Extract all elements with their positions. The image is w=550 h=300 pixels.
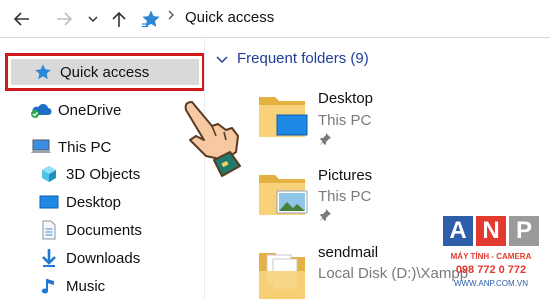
recent-locations-button[interactable]: [84, 0, 102, 38]
watermark-letter-n: N: [476, 216, 506, 246]
star-icon: [32, 61, 54, 83]
anp-watermark-logo: A N P MÁY TÍNH - CAMERA 098 772 0 772 WW…: [441, 216, 541, 296]
sidebar-item-documents[interactable]: Documents: [38, 217, 142, 243]
file-explorer-window: Quick access Quick access OneDrive This …: [0, 0, 550, 300]
quick-access-star-icon: [142, 10, 160, 28]
group-title: Frequent folders (9): [237, 50, 369, 67]
sendmail-folder-icon: [259, 253, 305, 299]
address-toolbar: Quick access: [0, 0, 550, 38]
chevron-down-icon: [216, 55, 228, 63]
up-button[interactable]: [108, 0, 130, 38]
cloud-icon: [30, 99, 52, 121]
pin-icon: [319, 133, 331, 146]
sidebar-item-label: Music: [66, 277, 106, 295]
watermark-tagline: MÁY TÍNH - CAMERA: [450, 252, 532, 261]
folder-location: This PC: [318, 112, 372, 129]
sidebar-item-label: Quick access: [60, 63, 150, 81]
sidebar-item-3d-objects[interactable]: 3D Objects: [38, 161, 140, 187]
cube-icon: [38, 163, 60, 185]
sidebar-item-desktop[interactable]: Desktop: [38, 189, 121, 215]
recent-locations-chevron-icon: [88, 16, 98, 23]
sidebar-item-label: Desktop: [66, 193, 122, 211]
sidebar-item-onedrive[interactable]: OneDrive: [30, 97, 121, 123]
download-icon: [38, 247, 60, 269]
sidebar-item-label: This PC: [58, 138, 112, 156]
breadcrumb-quick-access[interactable]: Quick access: [185, 9, 274, 26]
watermark-phone: 098 772 0 772: [455, 264, 527, 276]
forward-arrow-icon: [57, 12, 73, 26]
sidebar-item-music[interactable]: Music: [38, 273, 105, 299]
up-arrow-icon: [112, 11, 126, 27]
sidebar-item-downloads[interactable]: Downloads: [38, 245, 140, 271]
forward-button[interactable]: [50, 0, 78, 38]
folder-name: Pictures: [318, 167, 373, 184]
desktop-folder-icon: [259, 97, 308, 137]
folder-location: This PC: [318, 188, 372, 205]
pictures-folder-icon: [259, 175, 308, 215]
sidebar-item-quick-access[interactable]: Quick access: [32, 59, 149, 85]
frequent-folders-header[interactable]: Frequent folders (9): [215, 50, 369, 67]
sidebar-item-label: OneDrive: [58, 101, 122, 119]
folder-name: Desktop: [318, 90, 374, 107]
folder-name: sendmail: [318, 244, 379, 261]
desktop-icon: [38, 191, 60, 213]
back-arrow-icon: [13, 12, 29, 26]
back-button[interactable]: [6, 0, 38, 38]
navigation-pane: Quick access OneDrive This PC 3D Objects…: [0, 39, 205, 300]
pointing-hand-icon: [184, 101, 241, 177]
sidebar-item-label: 3D Objects: [66, 165, 141, 183]
document-icon: [38, 219, 60, 241]
sidebar-item-this-pc[interactable]: This PC: [30, 134, 111, 160]
sidebar-item-label: Downloads: [66, 249, 141, 267]
computer-icon: [30, 136, 52, 158]
sidebar-item-label: Documents: [66, 221, 142, 239]
pin-icon: [319, 209, 331, 222]
watermark-letter-a: A: [443, 216, 473, 246]
breadcrumb-chevron-icon[interactable]: [167, 9, 175, 24]
watermark-url: WWW.ANP.COM.VN: [453, 279, 529, 288]
music-icon: [38, 275, 60, 297]
watermark-letter-p: P: [509, 216, 539, 246]
